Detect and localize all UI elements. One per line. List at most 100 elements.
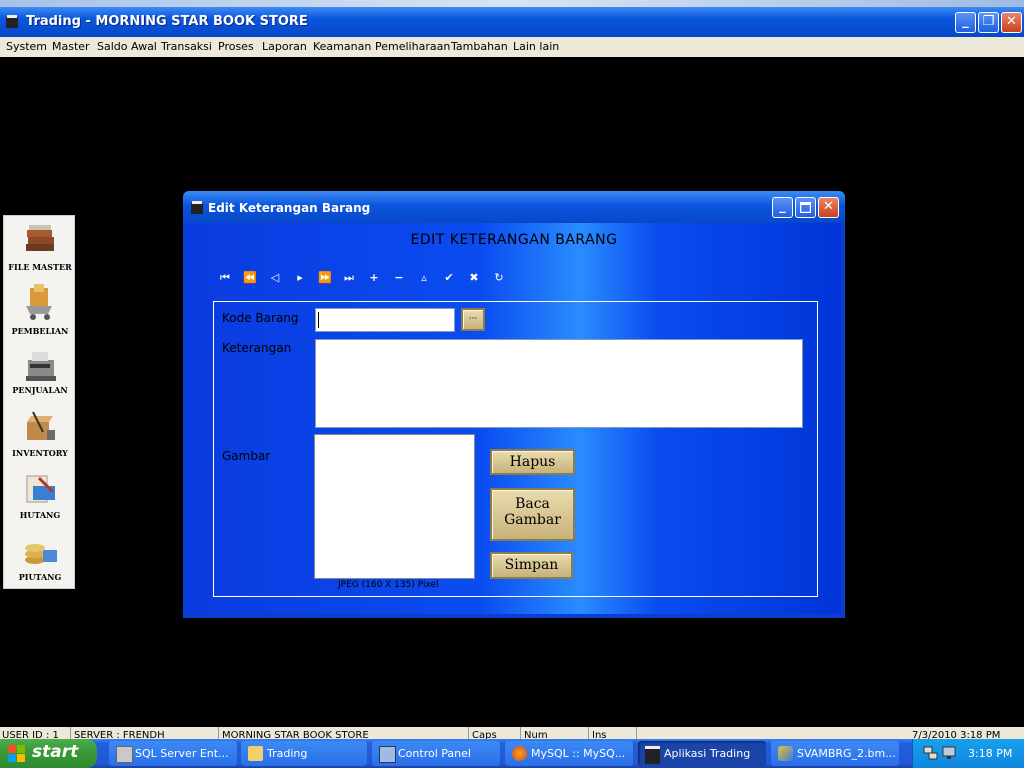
sidebar-label-penjualan: PENJUALAN: [12, 385, 68, 395]
menu-pemeliharaan[interactable]: Pemeliharaan: [375, 40, 450, 53]
dialog-heading: EDIT KETERANGAN BARANG: [410, 232, 618, 248]
hapus-button[interactable]: Hapus: [490, 449, 575, 475]
dialog-maximize-button[interactable]: [795, 197, 816, 218]
menu-lain-lain[interactable]: Lain lain: [513, 40, 559, 53]
menu-saldo-awal[interactable]: Saldo Awal: [97, 40, 157, 53]
sidebar-item-pembelian[interactable]: PEMBELIAN: [4, 282, 76, 340]
taskbar-firefox-mysql[interactable]: MySQL :: MySQ...: [505, 741, 633, 766]
maximize-icon: [799, 201, 812, 214]
menu-bar: System Master Saldo Awal Transaksi Prose…: [0, 37, 1024, 57]
kode-barang-label: Kode Barang: [222, 311, 299, 325]
menu-system[interactable]: System: [6, 40, 47, 53]
status-caps: Caps: [472, 727, 521, 739]
taskbar: start SQL Server Ent... Trading Control …: [0, 739, 1024, 768]
dialog-title: Edit Keterangan Barang: [208, 201, 371, 215]
coins-icon: [25, 544, 57, 564]
status-server: SERVER : FRENDH: [74, 727, 219, 739]
text-cursor: [318, 312, 319, 328]
nav-next-icon[interactable]: ▸: [292, 271, 308, 284]
tray-clock[interactable]: 3:18 PM: [968, 747, 1012, 760]
taskbar-label: MySQL :: MySQ...: [531, 747, 626, 760]
baca-gambar-button[interactable]: Baca Gambar: [490, 488, 575, 541]
taskbar-label: Control Panel: [398, 747, 471, 760]
lookup-button[interactable]: ···: [461, 308, 485, 331]
monitor-icon[interactable]: [942, 746, 958, 761]
menu-master[interactable]: Master: [52, 40, 90, 53]
paint-icon: [778, 746, 793, 761]
close-button[interactable]: ✕: [1001, 12, 1022, 33]
taskbar-label: Aplikasi Trading: [664, 747, 751, 760]
taskbar-trading-folder[interactable]: Trading: [241, 741, 367, 766]
nav-cancel-icon[interactable]: ✖: [466, 271, 482, 284]
sql-server-icon: [116, 746, 133, 763]
nav-refresh-icon[interactable]: ↻: [491, 271, 507, 284]
restore-button[interactable]: ❐: [978, 12, 999, 33]
sidebar-label-pembelian: PEMBELIAN: [11, 326, 69, 336]
sidebar-item-piutang[interactable]: PIUTANG: [4, 534, 76, 588]
status-store-name: MORNING STAR BOOK STORE: [222, 727, 469, 739]
dialog-minimize-button[interactable]: _: [772, 197, 793, 218]
trading-app-icon: [645, 746, 660, 764]
system-tray: 3:18 PM: [912, 739, 1024, 768]
inventory-icon: [27, 411, 55, 440]
nav-first-icon[interactable]: ⏮: [217, 271, 233, 285]
start-label: start: [32, 742, 79, 762]
menu-transaksi[interactable]: Transaksi: [161, 40, 212, 53]
sidebar-item-inventory[interactable]: INVENTORY: [4, 408, 76, 464]
taskbar-aplikasi-trading[interactable]: Aplikasi Trading: [638, 741, 766, 766]
gambar-label: Gambar: [222, 449, 271, 463]
nav-prev-icon[interactable]: ◁: [267, 271, 283, 284]
module-sidebar: FILE MASTER PEMBELIAN PENJUALAN INVENTOR…: [3, 215, 75, 589]
debt-icon: [26, 475, 55, 503]
menu-keamanan[interactable]: Keamanan: [313, 40, 371, 53]
dialog-title-bar[interactable]: Edit Keterangan Barang _ ✕: [183, 191, 845, 223]
taskbar-paint-bitmap[interactable]: SVAMBRG_2.bm...: [771, 741, 899, 766]
nav-post-icon[interactable]: ✔: [441, 271, 457, 284]
network-icon[interactable]: [923, 746, 939, 761]
control-panel-icon: [379, 746, 396, 763]
sidebar-label-hutang: HUTANG: [19, 510, 61, 520]
cash-register-icon: [26, 352, 56, 381]
dialog-app-icon: [191, 201, 203, 214]
nav-delete-icon[interactable]: −: [391, 271, 407, 284]
status-num: Num: [524, 727, 589, 739]
nav-insert-icon[interactable]: +: [366, 271, 382, 284]
desktop-strip: [0, 0, 1024, 7]
status-ins: Ins: [592, 727, 637, 739]
nav-edit-icon[interactable]: ▵: [416, 271, 432, 284]
sidebar-label-inventory: INVENTORY: [12, 448, 68, 458]
gambar-image-box: [314, 434, 475, 579]
taskbar-label: Trading: [267, 747, 308, 760]
sidebar-item-hutang[interactable]: HUTANG: [4, 470, 76, 526]
menu-tambahan[interactable]: Tambahan: [451, 40, 508, 53]
menu-laporan[interactable]: Laporan: [262, 40, 307, 53]
simpan-button[interactable]: Simpan: [490, 552, 573, 579]
taskbar-label: SQL Server Ent...: [135, 747, 229, 760]
sidebar-label-file-master: FILE MASTER: [8, 262, 72, 272]
jpeg-size-note: JPEG (160 X 135) Pixel: [338, 580, 439, 590]
firefox-icon: [512, 746, 527, 761]
status-datetime: 7/3/2010 3:18 PM: [912, 730, 1001, 739]
sidebar-item-file-master[interactable]: FILE MASTER: [4, 220, 76, 276]
taskbar-control-panel[interactable]: Control Panel: [372, 741, 500, 766]
keterangan-textarea[interactable]: [315, 339, 803, 428]
taskbar-sql-server[interactable]: SQL Server Ent...: [109, 741, 237, 766]
sidebar-item-penjualan[interactable]: PENJUALAN: [4, 346, 76, 402]
nav-next-page-icon[interactable]: ⏩: [317, 271, 333, 284]
start-button[interactable]: start: [0, 739, 97, 768]
folder-icon: [248, 746, 263, 761]
main-title-bar[interactable]: Trading - MORNING STAR BOOK STORE _ ❐ ✕: [0, 7, 1024, 37]
status-bar: USER ID : 1 SERVER : FRENDH MORNING STAR…: [0, 727, 1024, 739]
books-icon: [26, 225, 54, 251]
windows-logo-icon: [8, 745, 25, 762]
edit-keterangan-dialog: Edit Keterangan Barang _ ✕ EDIT KETERANG…: [183, 191, 845, 618]
kode-barang-input[interactable]: [315, 308, 455, 332]
shopping-cart-icon: [26, 284, 52, 320]
minimize-button[interactable]: _: [955, 12, 976, 33]
sidebar-label-piutang: PIUTANG: [18, 572, 62, 582]
app-icon: [6, 15, 18, 28]
dialog-close-button[interactable]: ✕: [818, 197, 839, 218]
nav-prev-page-icon[interactable]: ⏪: [242, 271, 258, 284]
menu-proses[interactable]: Proses: [218, 40, 254, 53]
nav-last-icon[interactable]: ⏭: [341, 271, 357, 285]
